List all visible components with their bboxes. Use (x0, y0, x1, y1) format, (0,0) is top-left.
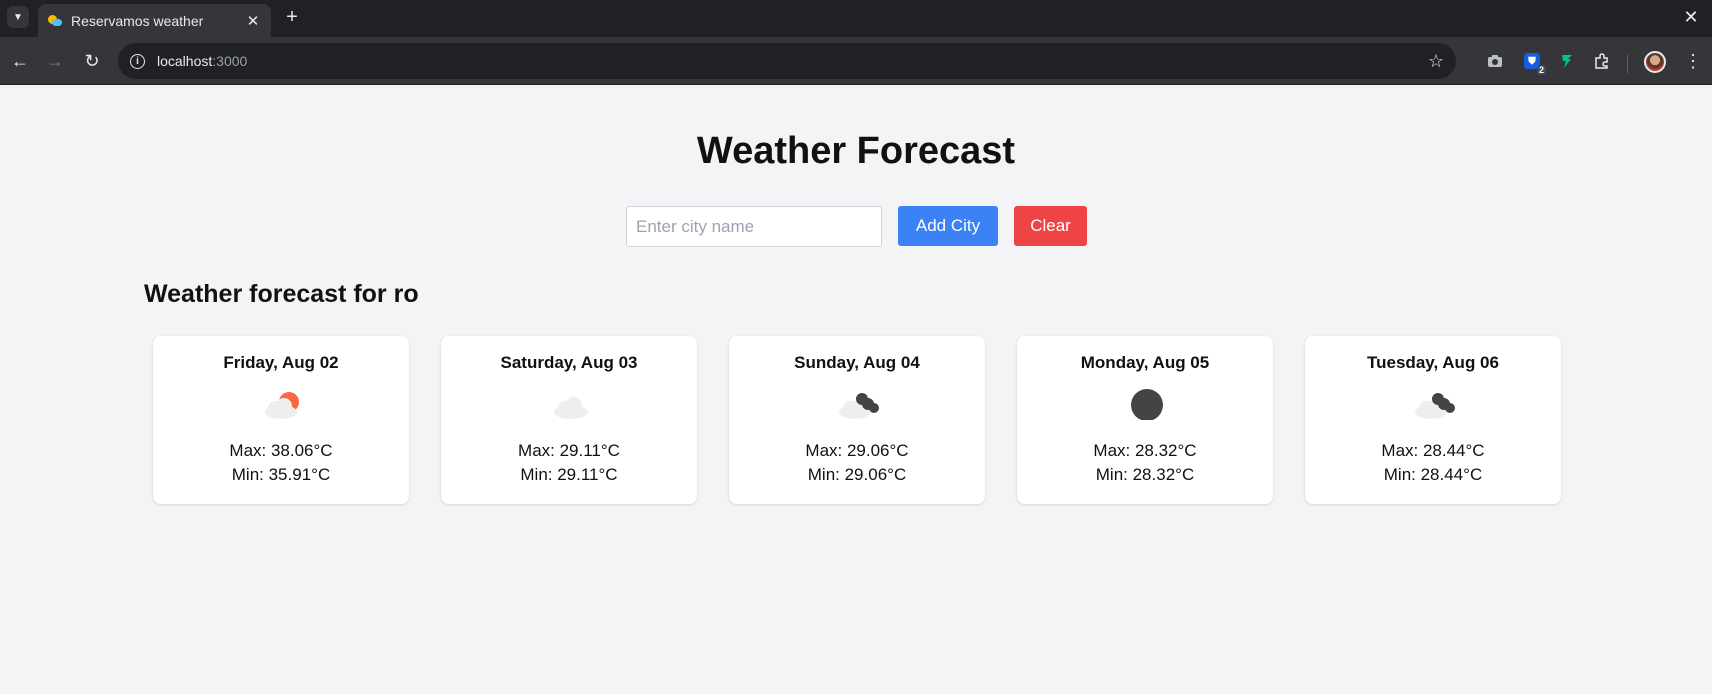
page-content: Weather Forecast Add City Clear Weather … (0, 86, 1712, 694)
forecast-min-temp: Min: 29.11°C (520, 465, 618, 484)
cloudy-night-icon (837, 388, 881, 420)
forecast-max-temp: Max: 28.44°C (1381, 441, 1485, 460)
bitwarden-extension-icon[interactable]: ⛊ 2 (1520, 49, 1546, 75)
toolbar-divider (1627, 55, 1628, 73)
forecast-max-temp: Max: 29.11°C (518, 441, 620, 460)
profile-avatar[interactable] (1644, 51, 1666, 73)
forecast-min-temp: Min: 28.32°C (1095, 465, 1195, 484)
forecast-card: Friday, Aug 02 Max: 38.06°C Min: 35.91°C (153, 336, 409, 504)
forecast-card: Monday, Aug 05 Max: 28.32°C Min: 28.32°C (1017, 336, 1273, 504)
clear-button[interactable]: Clear (1014, 206, 1087, 246)
forecast-day: Friday, Aug 02 (223, 353, 339, 372)
bookmark-star-icon[interactable]: ☆ (1428, 50, 1444, 72)
forecast-max-temp: Max: 29.06°C (805, 441, 909, 460)
add-city-button[interactable]: Add City (898, 206, 998, 246)
site-info-icon[interactable]: i (130, 53, 145, 69)
weather-favicon-icon (48, 14, 62, 28)
forecast-card: Saturday, Aug 03 Max: 29.11°C Min: 29.11… (441, 336, 697, 504)
back-arrow-icon[interactable]: ← (8, 49, 32, 73)
camera-extension-icon[interactable] (1483, 49, 1507, 73)
window-close-icon[interactable]: ✕ (1680, 6, 1702, 28)
browser-tab-bar: ▼ Reservamos weather ✕ + ✕ (0, 0, 1712, 37)
url-port: :3000 (212, 53, 248, 69)
forecast-max-temp: Max: 28.32°C (1093, 441, 1197, 460)
forecast-min-temp: Min: 28.44°C (1383, 465, 1483, 484)
extension-badge: 2 (1536, 65, 1546, 75)
browser-menu-icon[interactable]: ⋮ (1684, 49, 1702, 73)
forecast-day: Sunday, Aug 04 (794, 353, 920, 372)
forecast-min-temp: Min: 29.06°C (807, 465, 907, 484)
browser-toolbar: ← → ↻ i localhost:3000 ☆ ⛊ 2 ⋮ (0, 37, 1712, 85)
forecast-card: Tuesday, Aug 06 Max: 28.44°C Min: 28.44°… (1305, 336, 1561, 504)
new-tab-plus-icon[interactable]: + (281, 6, 303, 28)
cloudy-night-icon (1413, 388, 1457, 420)
cloud-icon (549, 388, 593, 420)
url-host: localhost (157, 53, 213, 69)
tab-close-icon[interactable]: ✕ (245, 12, 261, 30)
browser-tab[interactable]: Reservamos weather ✕ (38, 4, 271, 37)
extensions-puzzle-icon[interactable] (1590, 49, 1614, 73)
forecast-day: Monday, Aug 05 (1080, 353, 1210, 372)
forecast-max-temp: Max: 38.06°C (229, 441, 333, 460)
green-extension-icon[interactable] (1555, 49, 1579, 73)
forecast-card: Sunday, Aug 04 Max: 29.06°C Min: 29.06°C (729, 336, 985, 504)
page-title: Weather Forecast (696, 130, 1016, 172)
clear-night-icon (1125, 388, 1169, 421)
reload-icon[interactable]: ↻ (80, 49, 104, 73)
forecast-day: Saturday, Aug 03 (500, 353, 638, 372)
tab-search-chevron-icon[interactable]: ▼ (7, 6, 29, 28)
partly-cloudy-day-icon (261, 388, 305, 420)
tab-title: Reservamos weather (71, 12, 204, 29)
forecast-section-title: Weather forecast for ro (144, 280, 419, 308)
forecast-day: Tuesday, Aug 06 (1367, 353, 1499, 372)
forward-arrow-icon[interactable]: → (43, 49, 67, 73)
city-input[interactable] (626, 206, 882, 247)
forecast-min-temp: Min: 35.91°C (231, 465, 331, 484)
address-bar[interactable]: i localhost:3000 ☆ (118, 43, 1456, 79)
